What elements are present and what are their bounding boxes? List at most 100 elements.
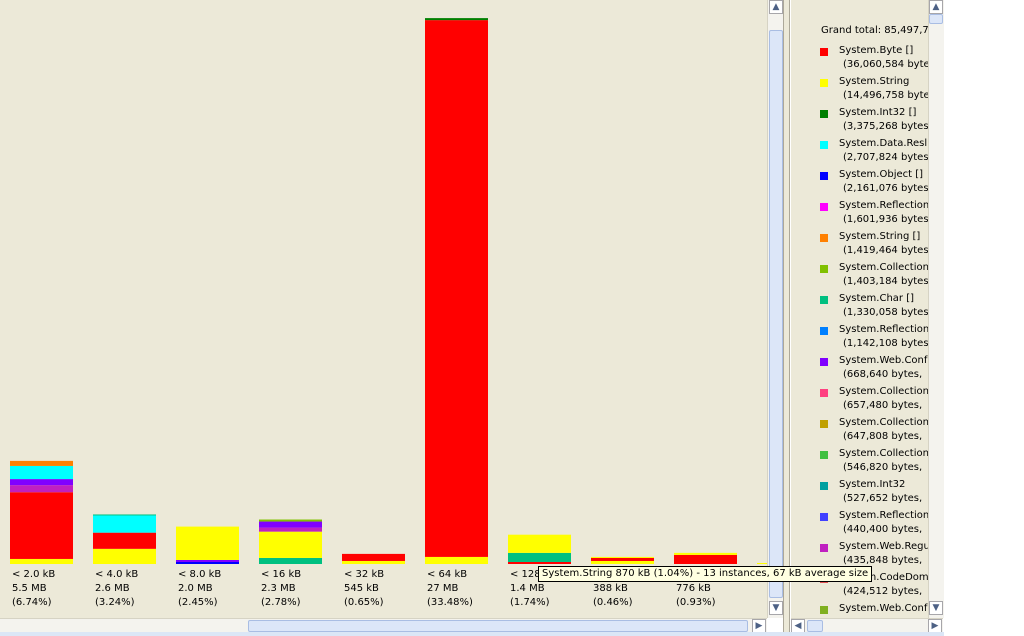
legend-type-name: System.Byte [] [839, 45, 914, 56]
legend-scroll-thumb[interactable] [929, 14, 943, 24]
legend-item[interactable]: System.Collection (647,808 bytes, [791, 415, 929, 446]
legend-swatch [820, 234, 828, 242]
legend-item[interactable]: System.Reflection (440,400 bytes, [791, 508, 929, 539]
legend-type-name: System.Web.Regu [839, 541, 929, 552]
bar-segment[interactable] [10, 460, 73, 466]
plot-vertical-scrollbar[interactable]: ▲ ▼ [767, 0, 784, 618]
legend-item[interactable]: System.Byte [] (36,060,584 byte [791, 43, 929, 74]
legend-panel: Grand total: 85,497,7 System.Byte [] (36,… [791, 0, 929, 618]
scroll-down-button[interactable]: ▼ [769, 601, 783, 615]
bar-segment[interactable] [259, 557, 322, 564]
legend-item[interactable]: System.Web.Conf (668,640 bytes, [791, 353, 929, 384]
bar-segment[interactable] [342, 553, 405, 561]
legend-swatch [820, 79, 828, 87]
legend-swatch [820, 513, 828, 521]
bar-segment[interactable] [93, 532, 156, 549]
bar-segment[interactable] [674, 554, 737, 564]
legend-type-name: System.Collection [839, 262, 929, 273]
bar-segment[interactable] [10, 558, 73, 564]
bar-segment[interactable] [259, 527, 322, 532]
bar-segment[interactable] [176, 559, 239, 562]
size-label: 545 kB [344, 583, 379, 594]
pane-splitter[interactable] [783, 0, 790, 636]
percent-label: (2.78%) [261, 597, 301, 608]
legend-item[interactable]: System.Reflection (1,142,108 bytes [791, 322, 929, 353]
legend-item[interactable]: System.String [] (1,419,464 bytes [791, 229, 929, 260]
scroll-thumb[interactable] [769, 30, 783, 598]
bar-segment[interactable] [591, 557, 654, 561]
legend-type-name: System.Reflection [839, 510, 929, 521]
bar-segment[interactable] [10, 492, 73, 559]
size-label: 388 kB [593, 583, 628, 594]
legend-item[interactable]: System.Data.Resl (2,707,824 bytes [791, 136, 929, 167]
legend-item[interactable]: System.Collection (1,403,184 bytes [791, 260, 929, 291]
bar-segment[interactable] [508, 552, 571, 562]
bar-segment[interactable] [10, 485, 73, 493]
legend-swatch [820, 544, 828, 552]
legend-item[interactable]: System.Collection (546,820 bytes, [791, 446, 929, 477]
legend-item[interactable]: System.Web.Conf [791, 601, 929, 618]
scroll-up-button[interactable]: ▲ [769, 0, 783, 14]
legend-byte-count: (1,330,058 bytes [843, 307, 929, 318]
legend-byte-count: (1,142,108 bytes [843, 338, 929, 349]
legend-type-name: System.String [839, 76, 910, 87]
bar-segment[interactable] [10, 465, 73, 480]
bar-segment[interactable] [425, 18, 488, 21]
bar-segment[interactable] [10, 479, 73, 486]
scroll-right-button[interactable]: ▶ [752, 619, 766, 633]
legend-vertical-scrollbar[interactable]: ▲ ▼ [928, 0, 944, 618]
legend-item[interactable]: System.Int32 (527,652 bytes, [791, 477, 929, 508]
bar-segment[interactable] [259, 521, 322, 528]
legend-horizontal-scrollbar[interactable]: ◀ ▶ [791, 618, 943, 633]
legend-byte-count: (2,707,824 bytes [843, 152, 929, 163]
legend-type-name: System.Collection [839, 386, 929, 397]
bar-segment[interactable] [508, 561, 571, 564]
bar-segment[interactable] [176, 526, 239, 560]
legend-byte-count: (1,419,464 bytes [843, 245, 929, 256]
size-label: 2.3 MB [261, 583, 296, 594]
legend-swatch [820, 141, 828, 149]
horizontal-scroll-thumb[interactable] [248, 620, 748, 632]
bar-segment[interactable] [425, 556, 488, 564]
bar-segment[interactable] [93, 515, 156, 533]
bar-segment[interactable] [425, 20, 488, 557]
bar-segment[interactable] [93, 514, 156, 516]
bar-segment[interactable] [259, 531, 322, 558]
legend-swatch [820, 203, 828, 211]
category-label: < 32 kB [344, 569, 385, 580]
size-label: 5.5 MB [12, 583, 47, 594]
bar-segment[interactable] [591, 556, 654, 558]
legend-scroll-up-button[interactable]: ▲ [929, 0, 943, 14]
legend-type-name: System.Char [] [839, 293, 915, 304]
legend-horizontal-thumb[interactable] [807, 620, 823, 632]
legend-scroll-down-button[interactable]: ▼ [929, 601, 943, 615]
legend-scroll-left-button[interactable]: ◀ [791, 619, 805, 633]
bar-segment[interactable] [757, 563, 767, 564]
legend-byte-count: (440,400 bytes, [843, 524, 923, 535]
bar-segment[interactable] [591, 560, 654, 564]
legend-item[interactable]: System.Int32 [] (3,375,268 bytes [791, 105, 929, 136]
legend-item[interactable]: System.Char [] (1,330,058 bytes [791, 291, 929, 322]
legend-item[interactable]: System.Object [] (2,161,076 bytes [791, 167, 929, 198]
category-label: < 128 [510, 569, 541, 580]
bar-segment[interactable] [674, 552, 737, 555]
bar-segment[interactable] [508, 534, 571, 553]
legend-item[interactable]: System.Reflection (1,601,936 bytes [791, 198, 929, 229]
legend-byte-count: (435,848 bytes, [843, 555, 923, 566]
legend-byte-count: (647,808 bytes, [843, 431, 923, 442]
plot-horizontal-scrollbar[interactable]: ▶ [0, 618, 767, 633]
bar-segment[interactable] [259, 519, 322, 522]
legend-item[interactable]: System.Collection (657,480 bytes, [791, 384, 929, 415]
legend-swatch [820, 265, 828, 273]
bar-segment[interactable] [342, 560, 405, 564]
percent-label: (1.74%) [510, 597, 550, 608]
histogram-plot-area: < 2.0 kB 5.5 MB (6.74%) < 4.0 kB 2.6 MB (3.24… [0, 0, 767, 618]
bar-segment[interactable] [93, 548, 156, 564]
size-label: 2.6 MB [95, 583, 130, 594]
legend-item[interactable]: System.String (14,496,758 byte [791, 74, 929, 105]
legend-swatch [820, 48, 828, 56]
legend-scroll-right-button[interactable]: ▶ [928, 619, 942, 633]
size-label: 776 kB [676, 583, 711, 594]
bar-segment[interactable] [176, 561, 239, 564]
category-label: < 4.0 kB [95, 569, 139, 580]
